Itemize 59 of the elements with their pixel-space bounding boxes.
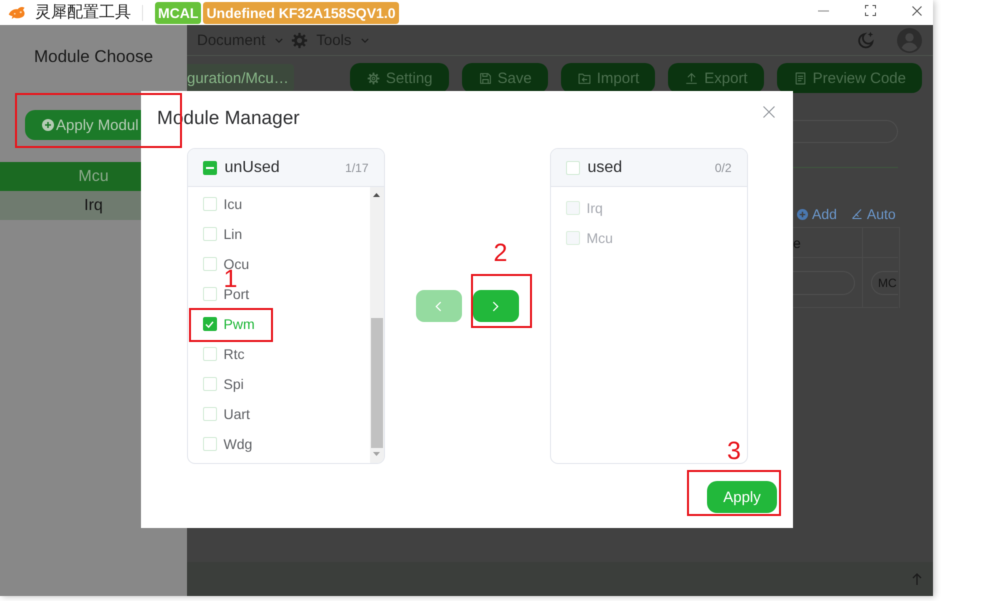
setting-button[interactable]: Setting: [350, 63, 449, 93]
module-option[interactable]: Lin: [202, 226, 242, 242]
angle-icon: [850, 208, 863, 220]
close-icon[interactable]: [912, 6, 922, 16]
module-option[interactable]: Port: [202, 286, 250, 302]
module-option[interactable]: Spi: [202, 376, 244, 392]
caret-down-icon: [275, 38, 284, 42]
chevron-right-icon: [492, 300, 499, 312]
triangle-up-icon[interactable]: [373, 193, 380, 197]
apply-button[interactable]: Apply: [707, 481, 777, 513]
auto-button[interactable]: Auto: [850, 206, 896, 222]
plus-circle-icon: [797, 208, 808, 220]
maximize-icon[interactable]: [865, 5, 876, 16]
scrollbar-thumb[interactable]: [370, 318, 382, 448]
checkmark-icon: [205, 320, 214, 328]
caret-down-icon: [361, 38, 370, 42]
badge: Undefined KF32A158SQV1.0: [203, 2, 398, 24]
badge: MCAL: [155, 2, 202, 24]
panel-title: unUsed: [224, 158, 280, 176]
folder-arrow-icon: [578, 72, 591, 84]
module-option[interactable]: Rtc: [202, 346, 244, 362]
app-title: 灵犀配置工具: [35, 2, 131, 23]
step-number: 3: [727, 442, 741, 460]
avatar-icon[interactable]: [897, 28, 922, 52]
module-option[interactable]: Pwm: [202, 316, 255, 332]
add-button[interactable]: Add: [797, 206, 837, 222]
module-option[interactable]: Uart: [202, 406, 250, 422]
move-right-button[interactable]: [472, 290, 518, 322]
module-option[interactable]: Wdg: [202, 436, 252, 452]
breadcrumb: guration/Mcu…: [187, 64, 294, 92]
export-button[interactable]: Export: [668, 63, 764, 93]
plus-circle-icon: [42, 119, 54, 131]
close-icon[interactable]: [763, 106, 775, 118]
moon-icon[interactable]: [857, 30, 876, 50]
gear-icon: [291, 32, 308, 48]
apply-module-button[interactable]: Apply Modul: [25, 110, 141, 140]
module-item[interactable]: Irq: [0, 191, 141, 220]
step-number: 1: [224, 270, 238, 288]
upload-icon: [685, 72, 698, 84]
document-icon: [794, 72, 807, 84]
arrow-up-icon[interactable]: [912, 573, 922, 585]
triangle-down-icon[interactable]: [373, 452, 380, 456]
logo-icon: [8, 6, 26, 20]
item-count: 1/17: [345, 160, 368, 174]
checkbox[interactable]: [202, 317, 216, 331]
import-button[interactable]: Import: [560, 63, 656, 93]
minimize-icon[interactable]: [818, 10, 829, 12]
minus-icon: [206, 166, 214, 168]
gear-icon: [366, 72, 380, 84]
module-item[interactable]: Mcu: [0, 162, 141, 191]
save-button[interactable]: Save: [462, 63, 548, 93]
checkbox[interactable]: [202, 160, 216, 174]
preview-code-button[interactable]: Preview Code: [776, 63, 922, 93]
panel-title: used: [588, 158, 622, 176]
step-number: 2: [494, 244, 508, 262]
item-count: 0/2: [714, 160, 732, 174]
module-option[interactable]: Icu: [202, 196, 242, 212]
chevron-left-icon: [435, 300, 442, 312]
drawer-title: Module Choose: [32, 47, 154, 67]
